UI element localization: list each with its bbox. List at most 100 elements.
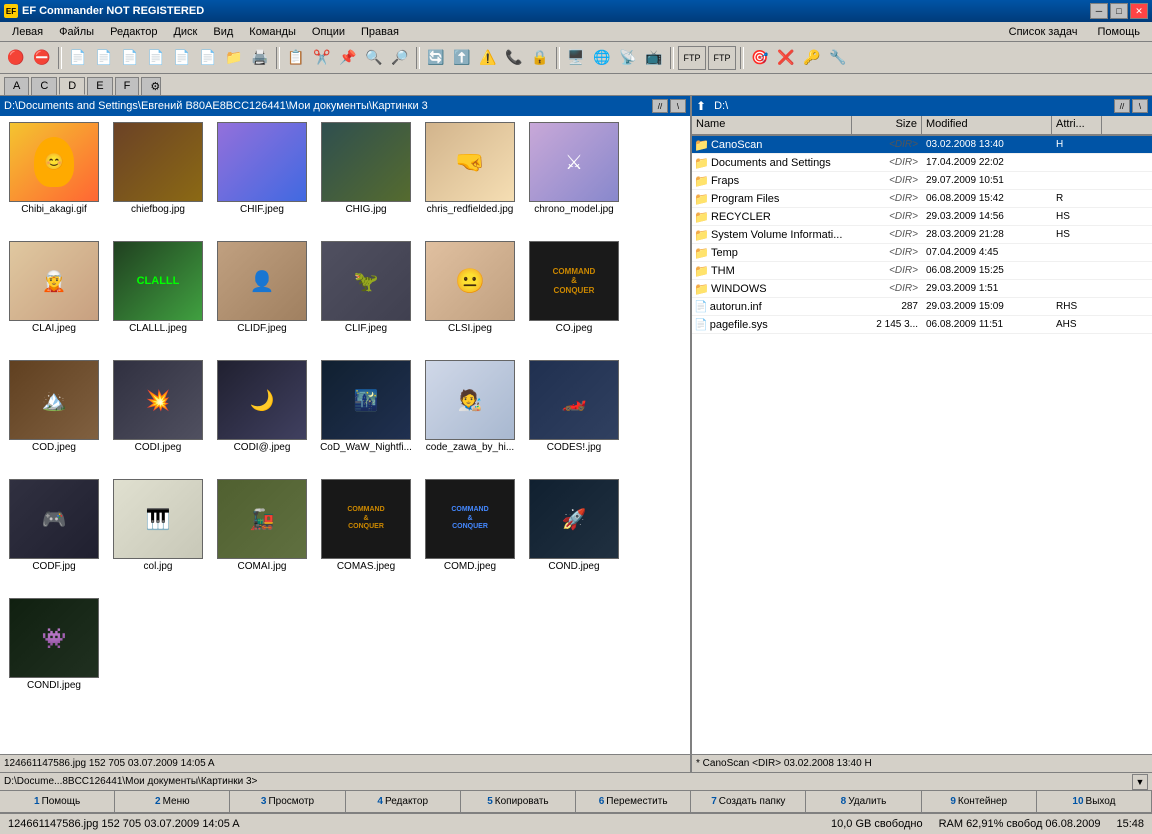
left-drive-a[interactable]: A — [4, 77, 29, 95]
col-header-attrib[interactable]: Attri... — [1052, 116, 1102, 134]
list-item[interactable]: 💥 CODI.jpeg — [108, 358, 208, 473]
menu-left[interactable]: Левая — [4, 24, 51, 40]
tb-net2[interactable]: 🌐 — [590, 46, 614, 70]
list-item[interactable]: 🎹 col.jpg — [108, 477, 208, 592]
menu-files[interactable]: Файлы — [51, 24, 102, 40]
tb-lock[interactable]: 🔒 — [528, 46, 552, 70]
menu-options[interactable]: Опции — [304, 24, 353, 40]
table-row[interactable]: 📁Temp <DIR> 07.04.2009 4:45 — [692, 244, 1152, 262]
tb-find2[interactable]: 🔎 — [388, 46, 412, 70]
tb-misc2[interactable]: ❌ — [774, 46, 798, 70]
list-item[interactable]: COMMAND&CONQUER COMD.jpeg — [420, 477, 520, 592]
col-header-name[interactable]: Name — [692, 116, 852, 134]
list-item[interactable]: 🏎️ CODES!.jpg — [524, 358, 624, 473]
table-row[interactable]: 📁System Volume Informati... <DIR> 28.03.… — [692, 226, 1152, 244]
f8-delete[interactable]: 8Удалить — [806, 791, 921, 812]
list-item[interactable]: CHIG.jpg — [316, 120, 416, 235]
tb-save3[interactable]: 📄 — [118, 46, 142, 70]
tb-refresh[interactable]: 🔄 — [424, 46, 448, 70]
tb-misc1[interactable]: 🎯 — [748, 46, 772, 70]
table-row[interactable]: 📁Documents and Settings <DIR> 17.04.2009… — [692, 154, 1152, 172]
left-drive-f[interactable]: F — [115, 77, 140, 95]
list-item[interactable]: ⚔ chrono_model.jpg — [524, 120, 624, 235]
tb-misc4[interactable]: 🔧 — [826, 46, 850, 70]
tb-paste[interactable]: 📌 — [336, 46, 360, 70]
list-item[interactable]: CHIF.jpeg — [212, 120, 312, 235]
tb-warn[interactable]: ⚠️ — [476, 46, 500, 70]
table-row[interactable]: 📁THM <DIR> 06.08.2009 15:25 — [692, 262, 1152, 280]
path-bar-btn[interactable]: ▼ — [1132, 774, 1148, 790]
tb-save8[interactable]: 🖨️ — [248, 46, 272, 70]
col-header-size[interactable]: Size — [852, 116, 922, 134]
table-row[interactable]: 📁RECYCLER <DIR> 29.03.2009 14:56 HS — [692, 208, 1152, 226]
tb-save6[interactable]: 📄 — [196, 46, 220, 70]
list-item[interactable]: 🎮 CODF.jpg — [4, 477, 104, 592]
tb-up[interactable]: ⬆️ — [450, 46, 474, 70]
f4-editor[interactable]: 4Редактор — [346, 791, 461, 812]
tb-misc3[interactable]: 🔑 — [800, 46, 824, 70]
right-nav-btn2[interactable]: \ — [1132, 99, 1148, 113]
f9-container[interactable]: 9Контейнер — [922, 791, 1037, 812]
left-drive-extra[interactable]: ⚙ — [141, 77, 161, 95]
list-item[interactable]: CLALLL CLALLL.jpeg — [108, 239, 208, 354]
tb-phone[interactable]: 📞 — [502, 46, 526, 70]
minimize-button[interactable]: ─ — [1090, 3, 1108, 19]
col-header-modified[interactable]: Modified — [922, 116, 1052, 134]
menu-tasklist[interactable]: Список задач — [1001, 24, 1086, 40]
tb-save4[interactable]: 📄 — [144, 46, 168, 70]
table-row[interactable]: 📁Program Files <DIR> 06.08.2009 15:42 R — [692, 190, 1152, 208]
list-item[interactable]: 🌙 CODI@.jpeg — [212, 358, 312, 473]
tb-find[interactable]: 🔍 — [362, 46, 386, 70]
tb-net1[interactable]: 🖥️ — [564, 46, 588, 70]
left-drive-e[interactable]: E — [87, 77, 112, 95]
close-button[interactable]: ✕ — [1130, 3, 1148, 19]
maximize-button[interactable]: □ — [1110, 3, 1128, 19]
table-row[interactable]: 📄autorun.inf 287 29.03.2009 15:09 RHS — [692, 298, 1152, 316]
tb-copy[interactable]: 📋 — [284, 46, 308, 70]
list-item[interactable]: 🌃 CoD_WaW_Nightfi... — [316, 358, 416, 473]
list-item[interactable]: 🚂 COMAI.jpg — [212, 477, 312, 592]
list-item[interactable]: 🤜 chris_redfielded.jpg — [420, 120, 520, 235]
menu-right[interactable]: Правая — [353, 24, 407, 40]
list-item[interactable]: 😊 Chibi_akagi.gif — [4, 120, 104, 235]
tb-ftp2[interactable]: FTP — [708, 46, 736, 70]
tb-net3[interactable]: 📡 — [616, 46, 640, 70]
list-item[interactable]: 👾 CONDI.jpeg — [4, 596, 104, 711]
list-item[interactable]: 🦖 CLIF.jpeg — [316, 239, 416, 354]
table-row[interactable]: 📄pagefile.sys 2 145 3... 06.08.2009 11:5… — [692, 316, 1152, 334]
left-drive-c[interactable]: C — [31, 77, 57, 95]
menu-disk[interactable]: Диск — [165, 24, 205, 40]
f7-mkdir[interactable]: 7Создать папку — [691, 791, 806, 812]
tb-net4[interactable]: 📺 — [642, 46, 666, 70]
f2-menu[interactable]: 2Меню — [115, 791, 230, 812]
list-item[interactable]: chiefbog.jpg — [108, 120, 208, 235]
menu-view[interactable]: Вид — [205, 24, 241, 40]
tb-save7[interactable]: 📁 — [222, 46, 246, 70]
list-item[interactable]: COMMAND&CONQUER COMAS.jpeg — [316, 477, 416, 592]
f6-move[interactable]: 6Переместить — [576, 791, 691, 812]
list-item[interactable]: 🚀 COND.jpeg — [524, 477, 624, 592]
table-row[interactable]: 📁CanoScan <DIR> 03.02.2008 13:40 H — [692, 136, 1152, 154]
list-item[interactable]: 😐 CLSI.jpeg — [420, 239, 520, 354]
f10-exit[interactable]: 10Выход — [1037, 791, 1152, 812]
table-row[interactable]: 📁WINDOWS <DIR> 29.03.2009 1:51 — [692, 280, 1152, 298]
tb-cut[interactable]: ✂️ — [310, 46, 334, 70]
left-nav-btn1[interactable]: // — [652, 99, 668, 113]
list-item[interactable]: 🧑‍🎨 code_zawa_by_hi... — [420, 358, 520, 473]
list-item[interactable]: 👤 CLIDF.jpeg — [212, 239, 312, 354]
tb-open[interactable]: ⛔ — [30, 46, 54, 70]
f1-help[interactable]: 1Помощь — [0, 791, 115, 812]
left-nav-btn2[interactable]: \ — [670, 99, 686, 113]
list-item[interactable]: 🧝 CLAI.jpeg — [4, 239, 104, 354]
list-item[interactable]: 🏔️ COD.jpeg — [4, 358, 104, 473]
menu-commands[interactable]: Команды — [241, 24, 304, 40]
tb-ftp1[interactable]: FTP — [678, 46, 706, 70]
f5-copy[interactable]: 5Копировать — [461, 791, 576, 812]
tb-save5[interactable]: 📄 — [170, 46, 194, 70]
f3-view[interactable]: 3Просмотр — [230, 791, 345, 812]
menu-help[interactable]: Помощь — [1090, 24, 1149, 40]
tb-save2[interactable]: 📄 — [92, 46, 116, 70]
tb-new[interactable]: 🔴 — [4, 46, 28, 70]
menu-editor[interactable]: Редактор — [102, 24, 165, 40]
tb-save[interactable]: 📄 — [66, 46, 90, 70]
